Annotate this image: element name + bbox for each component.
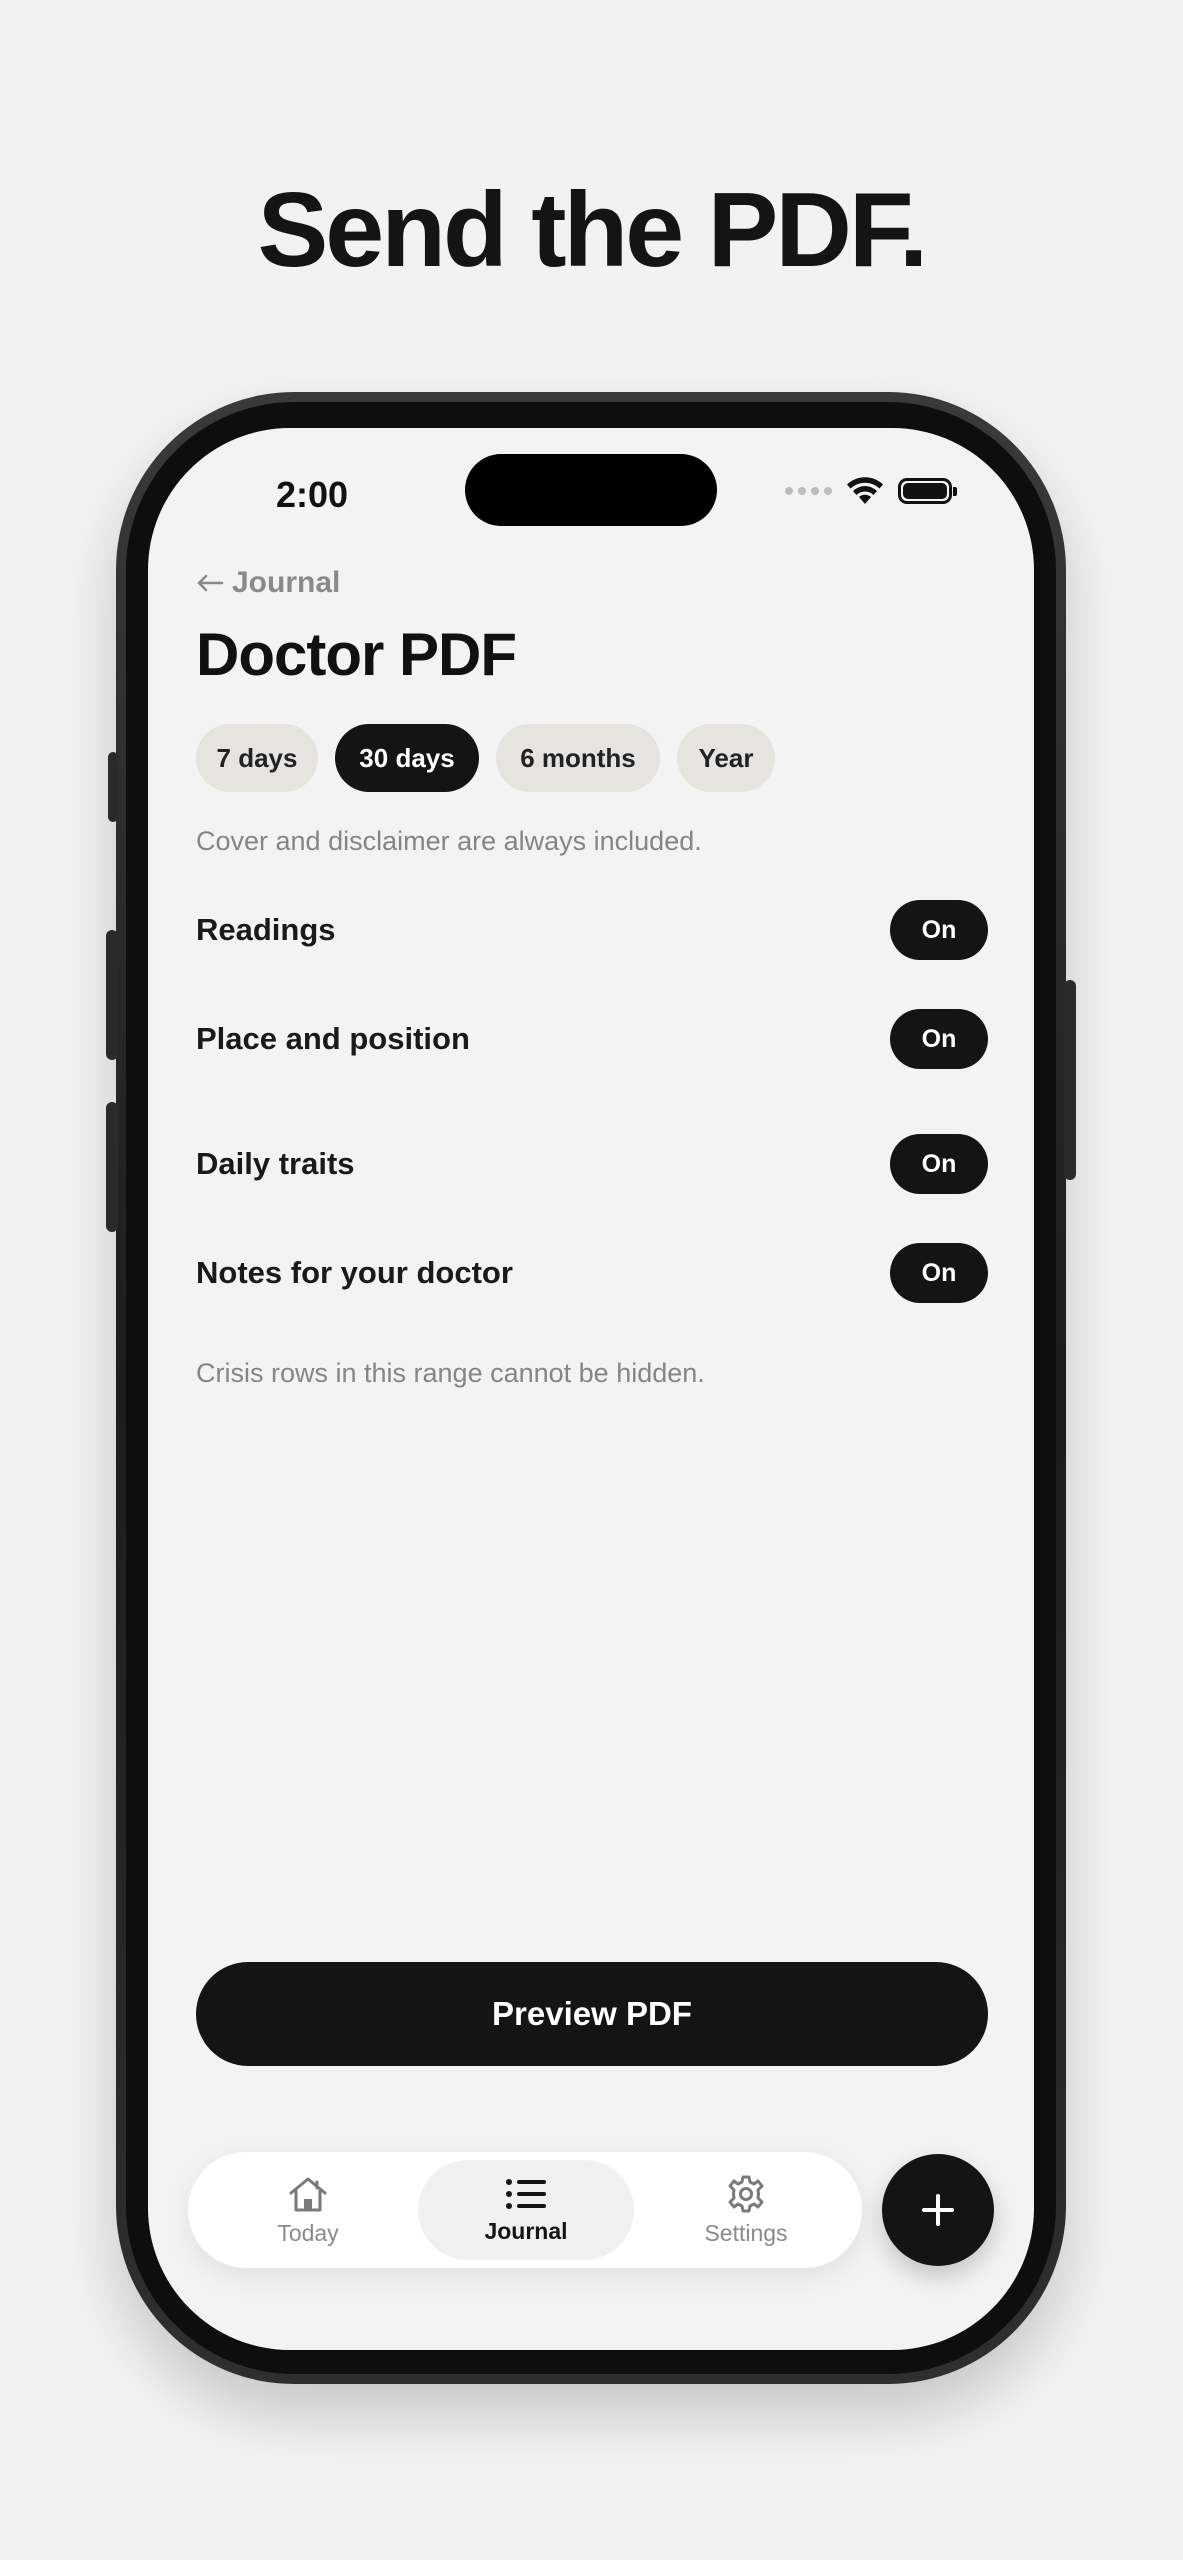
status-indicators xyxy=(785,476,957,506)
section-label: Place and position xyxy=(196,1021,470,1056)
cover-note: Cover and disclaimer are always included… xyxy=(196,826,702,856)
signal-icon xyxy=(785,487,832,495)
arrow-left-icon xyxy=(197,574,224,592)
phone-action-button xyxy=(108,752,118,822)
preview-pdf-button[interactable]: Preview PDF xyxy=(196,1962,988,2066)
section-label: Notes for your doctor xyxy=(196,1255,513,1290)
toggle-readings[interactable]: On xyxy=(890,900,988,960)
tab-bar: Today Journal Settings xyxy=(188,2152,862,2268)
status-time: 2:00 xyxy=(276,474,349,515)
range-chip-7-days[interactable]: 7 days xyxy=(196,724,318,792)
phone-volume-up-button xyxy=(106,930,118,1060)
section-row-readings: Readings On xyxy=(196,900,988,960)
tab-label: Settings xyxy=(704,2219,788,2246)
toggle-doctor-notes[interactable]: On xyxy=(890,1243,988,1303)
list-icon xyxy=(506,2178,546,2209)
section-row-daily-traits: Daily traits On xyxy=(196,1134,988,1194)
dynamic-island xyxy=(465,454,717,526)
plus-icon xyxy=(922,2194,954,2226)
marketing-headline: Send the PDF. xyxy=(257,171,929,289)
tab-label: Today xyxy=(277,2219,339,2246)
home-icon xyxy=(289,2177,327,2211)
tab-settings[interactable]: Settings xyxy=(666,2160,826,2260)
wifi-icon xyxy=(847,477,883,504)
phone-screen: 2:00 Journal Doctor PDF 7 days 30 days 6… xyxy=(148,428,1034,2350)
range-chip-6-months[interactable]: 6 months xyxy=(496,724,660,792)
tab-today[interactable]: Today xyxy=(228,2160,388,2260)
toggle-daily-traits[interactable]: On xyxy=(890,1134,988,1194)
section-label: Daily traits xyxy=(196,1146,355,1181)
back-button[interactable]: Journal xyxy=(196,566,340,600)
gear-icon xyxy=(728,2175,764,2212)
range-chip-30-days[interactable]: 30 days xyxy=(335,724,479,792)
back-label: Journal xyxy=(232,566,341,599)
add-entry-button[interactable] xyxy=(882,2154,994,2266)
section-row-place-position: Place and position On xyxy=(196,1009,988,1069)
tab-label: Journal xyxy=(484,2217,568,2244)
tab-journal[interactable]: Journal xyxy=(418,2160,634,2260)
section-row-doctor-notes: Notes for your doctor On xyxy=(196,1243,988,1303)
page-title: Doctor PDF xyxy=(196,621,517,688)
battery-icon xyxy=(898,478,957,504)
phone-power-button xyxy=(1064,980,1076,1180)
phone-volume-down-button xyxy=(106,1102,118,1232)
range-selector: 7 days 30 days 6 months Year xyxy=(196,724,775,792)
toggle-place-position[interactable]: On xyxy=(890,1009,988,1069)
range-chip-year[interactable]: Year xyxy=(677,724,775,792)
crisis-note: Crisis rows in this range cannot be hidd… xyxy=(196,1358,705,1388)
section-label: Readings xyxy=(196,912,336,947)
